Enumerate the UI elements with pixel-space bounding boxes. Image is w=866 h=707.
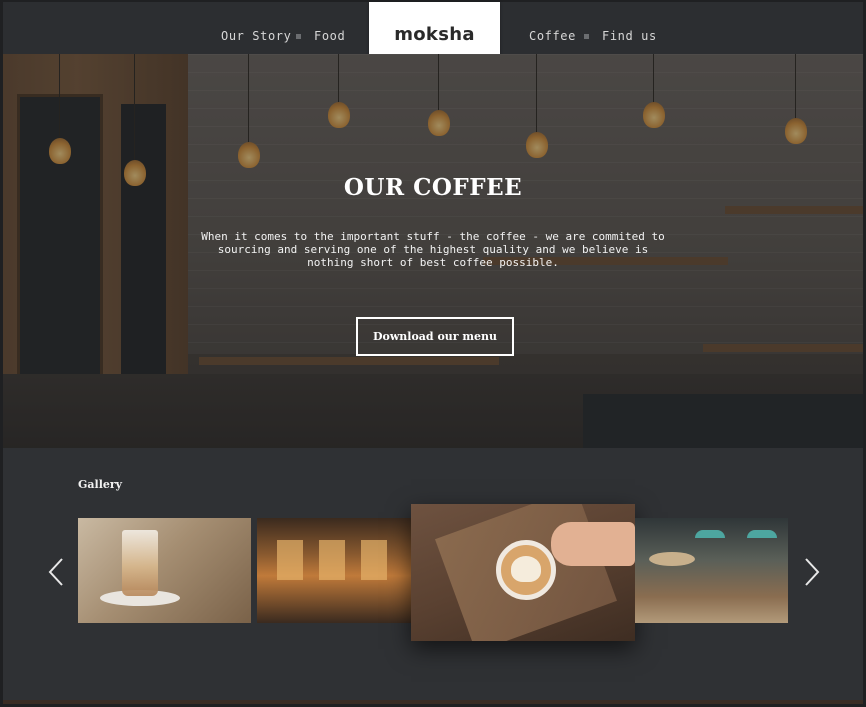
hand-shape — [551, 522, 635, 566]
gallery-image-latte-art[interactable] — [411, 504, 635, 641]
gallery-image-latte[interactable] — [78, 518, 251, 623]
gallery-title: Gallery — [78, 478, 123, 491]
nav-link-food[interactable]: Food — [314, 29, 345, 43]
chevron-left-icon[interactable] — [47, 557, 65, 587]
latte-art-shape — [511, 556, 541, 582]
nav-link-coffee[interactable]: Coffee — [529, 29, 576, 43]
hat-shape — [649, 552, 695, 566]
gallery-image-interior[interactable] — [257, 518, 411, 623]
window-shape — [277, 540, 303, 580]
nav-separator — [296, 34, 301, 39]
hero-description: When it comes to the important stuff - t… — [201, 230, 665, 269]
lamp-shape — [695, 530, 725, 538]
page: Our Story Food moksha Coffee Find us OUR… — [0, 0, 866, 707]
footer-strip — [3, 700, 863, 704]
window-shape — [361, 540, 387, 580]
download-menu-button[interactable]: Download our menu — [356, 317, 514, 356]
nav-separator — [584, 34, 589, 39]
nav-link-find-us[interactable]: Find us — [602, 29, 657, 43]
chevron-right-icon[interactable] — [803, 557, 821, 587]
top-nav: Our Story Food moksha Coffee Find us — [3, 2, 863, 66]
hero-banner: OUR COFFEE When it comes to the importan… — [3, 54, 863, 448]
nav-link-our-story[interactable]: Our Story — [221, 29, 291, 43]
logo-text: moksha — [394, 24, 475, 45]
lamp-shape — [747, 530, 777, 538]
window-shape — [319, 540, 345, 580]
glass-shape — [122, 530, 158, 596]
gallery-image-cafe[interactable] — [635, 518, 788, 623]
hero-title: OUR COFFEE — [343, 174, 523, 201]
